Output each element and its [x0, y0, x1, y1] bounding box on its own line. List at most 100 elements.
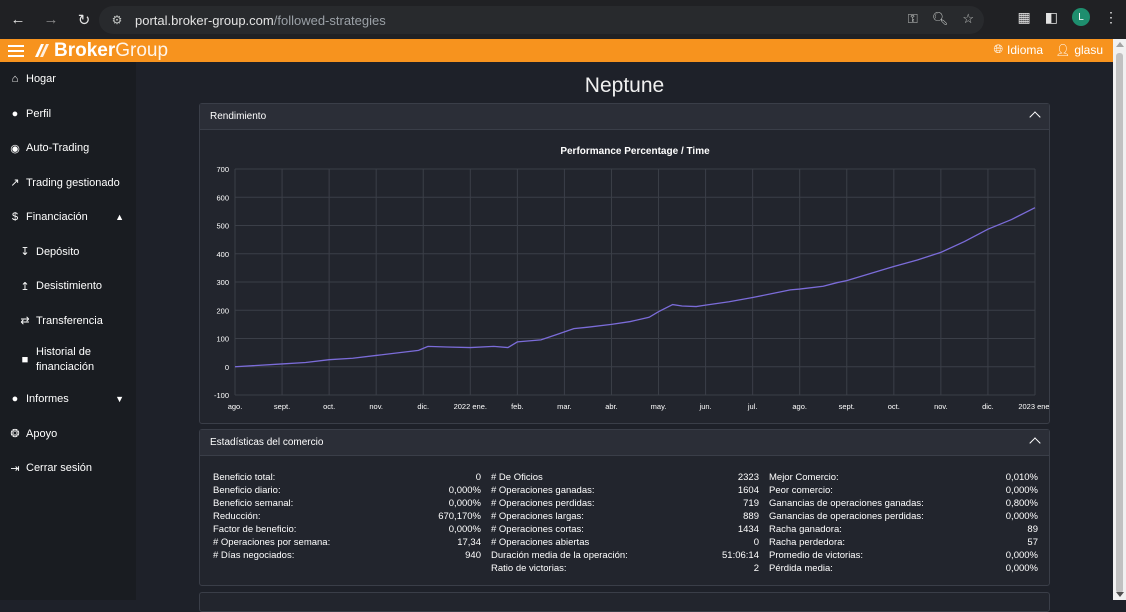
- stat-value: 0,000%: [1005, 511, 1038, 522]
- sidebar-item-label: Apoyo: [26, 427, 58, 440]
- transfer-icon: ⇄: [20, 315, 30, 328]
- user-icon: 👤︎: [1055, 42, 1071, 57]
- logout-icon: ⇥: [10, 462, 20, 475]
- x-tick-label: nov.: [369, 402, 383, 411]
- forward-icon[interactable]: →: [36, 5, 66, 35]
- back-icon[interactable]: ←: [3, 5, 33, 35]
- sidebar-item-perfil[interactable]: ● Perfil: [0, 97, 136, 132]
- y-tick-label: 200: [216, 306, 229, 315]
- stat-row: # Operaciones largas: 889: [491, 510, 759, 523]
- stat-value: 89: [1027, 524, 1038, 535]
- stats-column-1: Beneficio total: 0 Beneficio diario: 0,000%…: [213, 471, 481, 562]
- y-tick-label: 0: [225, 363, 229, 372]
- address-bar[interactable]: ⚙ portal.broker-group.com/followed-strat…: [99, 6, 984, 34]
- robot-icon: ◉: [10, 142, 20, 155]
- stat-value: 57: [1027, 537, 1038, 548]
- info-icon: ●: [11, 393, 19, 406]
- stat-row: # Operaciones por semana: 17,34: [213, 536, 481, 549]
- sidebar-item-cerrar-sesion[interactable]: ⇥ Cerrar sesión: [0, 451, 136, 486]
- sidebar-item-informes[interactable]: ● Informes ▼: [0, 382, 136, 417]
- stat-row: Beneficio total: 0: [213, 471, 481, 484]
- sidebar-item-label: Depósito: [36, 245, 80, 258]
- extensions-icon[interactable]: ▦: [1018, 9, 1031, 26]
- stat-value: 670,170%: [438, 511, 481, 522]
- x-tick-label: dic.: [982, 402, 994, 411]
- reload-icon[interactable]: ↻: [69, 5, 99, 35]
- stat-row: # Operaciones perdidas: 719: [491, 497, 759, 510]
- stat-row: Racha ganadora: 89: [769, 523, 1038, 536]
- y-tick-label: 400: [216, 250, 229, 259]
- sidebar-item-historial[interactable]: ■ Historial de financiación: [0, 338, 136, 382]
- stat-label: Racha ganadora:: [769, 524, 842, 535]
- collapse-chevron-icon[interactable]: [1029, 111, 1041, 123]
- performance-card-header[interactable]: Rendimiento: [200, 104, 1049, 130]
- y-tick-label: 300: [216, 278, 229, 287]
- chevron-down-icon[interactable]: ▼: [115, 394, 124, 404]
- stat-row: # Operaciones abiertas 0: [491, 536, 759, 549]
- stat-row: # Días negociados: 940: [213, 549, 481, 562]
- page-title: Neptune: [584, 74, 665, 97]
- stat-row: # Operaciones cortas: 1434: [491, 523, 759, 536]
- x-tick-label: ago.: [228, 402, 243, 411]
- user-menu[interactable]: 👤︎ glasu: [1055, 43, 1103, 57]
- sidebar-item-trading-gestionado[interactable]: ↗ Trading gestionado: [0, 166, 136, 201]
- sidebar-item-label: Cerrar sesión: [26, 462, 93, 475]
- side-panel-icon[interactable]: ◧: [1045, 9, 1058, 26]
- stat-value: 2: [753, 563, 759, 574]
- chevron-up-icon[interactable]: ▲: [115, 212, 124, 222]
- stat-label: Beneficio total:: [213, 472, 276, 483]
- app-header: Broker Group 🌐︎ Idioma 👤︎ glasu: [0, 39, 1113, 62]
- user-name: glasu: [1074, 42, 1103, 57]
- x-tick-label: sept.: [274, 402, 290, 411]
- stat-label: Beneficio diario:: [213, 485, 281, 496]
- sidebar-item-label: Informes: [26, 393, 69, 406]
- password-key-icon[interactable]: ⚿: [908, 11, 918, 27]
- sidebar-item-auto-trading[interactable]: ◉ Auto-Trading: [0, 131, 136, 166]
- zoom-icon[interactable]: 🔍︎: [932, 11, 949, 27]
- globe-icon: 🌐︎: [993, 42, 1004, 56]
- sidebar-item-deposito[interactable]: ↧ Depósito: [0, 235, 136, 270]
- stat-label: Factor de beneficio:: [213, 524, 297, 535]
- site-settings-icon[interactable]: ⚙: [109, 12, 125, 28]
- stat-value: 0,000%: [448, 498, 481, 509]
- hamburger-menu-icon[interactable]: [8, 44, 24, 57]
- stat-value: 719: [743, 498, 759, 509]
- stat-row: Ratio de victorias: 2: [491, 562, 759, 575]
- stat-value: 0,000%: [448, 524, 481, 535]
- browser-toolbar: ← → ↻ ⚙ portal.broker-group.com/followed…: [0, 0, 1126, 39]
- stat-value: 1434: [737, 524, 759, 535]
- sidebar-item-financiacion[interactable]: $ Financiación ▲: [0, 200, 136, 235]
- profile-avatar[interactable]: L: [1072, 8, 1090, 26]
- language-selector[interactable]: 🌐︎ Idioma: [993, 42, 1043, 57]
- sidebar-item-label: Desistimiento: [36, 280, 103, 293]
- stat-label: # Operaciones largas:: [491, 511, 584, 522]
- scroll-down-arrow-icon[interactable]: [1116, 592, 1124, 597]
- stat-label: Beneficio semanal:: [213, 498, 294, 509]
- stat-value: 0,010%: [1005, 472, 1038, 483]
- scroll-up-arrow-icon[interactable]: [1116, 42, 1124, 47]
- stat-row: Ganancias de operaciones ganadas: 0,800%: [769, 497, 1038, 510]
- x-tick-label: oct.: [323, 402, 335, 411]
- stat-row: Pérdida media: 0,000%: [769, 562, 1038, 575]
- stat-row: Duración media de la operación: 51:06:14: [491, 549, 759, 562]
- scroll-thumb[interactable]: [1116, 53, 1123, 593]
- brand-logo[interactable]: Broker Group: [32, 40, 168, 62]
- trade-stats-card-header[interactable]: Estadísticas del comercio: [200, 430, 1049, 456]
- sidebar-item-label: Auto-Trading: [26, 142, 90, 155]
- menu-kebab-icon[interactable]: ⋮: [1104, 9, 1118, 26]
- sidebar-item-apoyo[interactable]: ❂ Apoyo: [0, 417, 136, 452]
- stat-label: # Operaciones por semana:: [213, 537, 331, 548]
- sidebar-item-desistimiento[interactable]: ↥ Desistimiento: [0, 269, 136, 304]
- bookmark-star-icon[interactable]: ☆: [962, 11, 974, 27]
- user-icon: ●: [11, 107, 19, 120]
- url-text[interactable]: portal.broker-group.com/followed-strateg…: [135, 13, 386, 28]
- sidebar-item-transferencia[interactable]: ⇄ Transferencia: [0, 304, 136, 339]
- url-domain: portal.broker-group.com: [135, 12, 274, 28]
- stat-label: Mejor Comercio:: [769, 472, 839, 483]
- sidebar-item-hogar[interactable]: ⌂ Hogar: [0, 62, 136, 97]
- collapse-chevron-icon[interactable]: [1029, 437, 1041, 449]
- page-scrollbar[interactable]: [1113, 39, 1126, 600]
- stat-label: Pérdida media:: [769, 563, 833, 574]
- stats-column-3: Mejor Comercio: 0,010% Peor comercio: 0,000…: [769, 471, 1038, 575]
- stat-label: # Operaciones abiertas: [491, 537, 590, 548]
